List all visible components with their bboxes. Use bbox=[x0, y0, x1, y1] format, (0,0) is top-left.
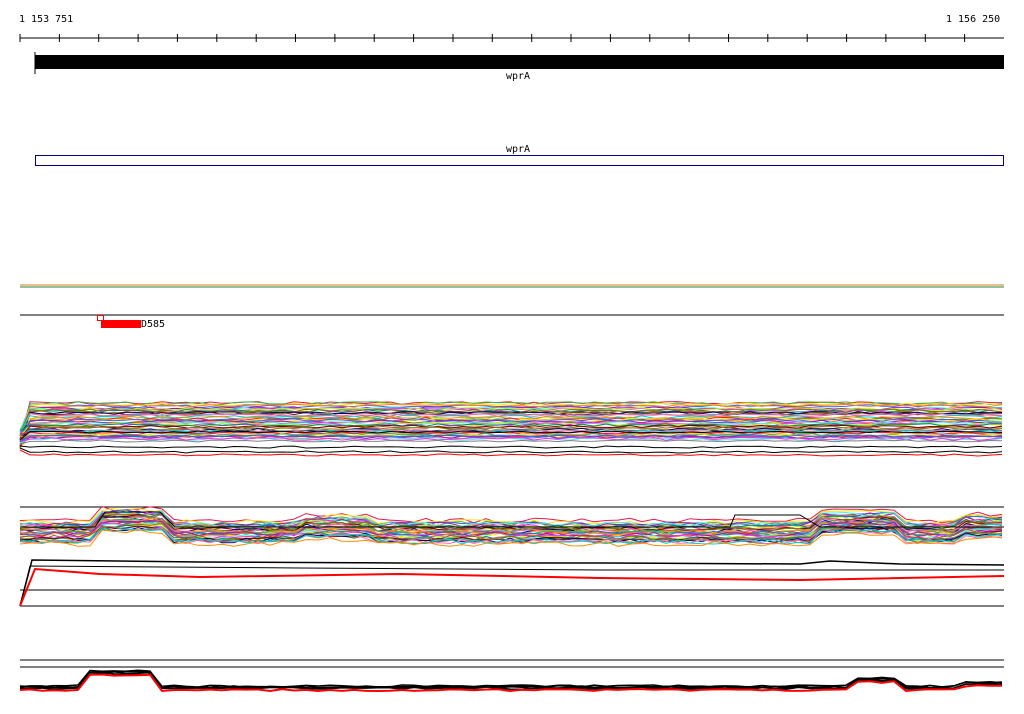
coverage-line bbox=[19, 447, 1003, 454]
feature-d585[interactable] bbox=[97, 315, 142, 329]
coverage-panel-4 bbox=[19, 659, 1004, 693]
coverage-line bbox=[19, 439, 1003, 445]
coverage-panel-1 bbox=[19, 401, 1003, 457]
gene-track[interactable] bbox=[34, 52, 1004, 74]
feature-bar[interactable] bbox=[101, 320, 141, 328]
feature-marker[interactable] bbox=[97, 315, 104, 321]
cds-bar[interactable] bbox=[35, 155, 1004, 166]
coverage-line bbox=[19, 565, 1004, 607]
coverage-line bbox=[19, 567, 1005, 607]
coverage-panel-2 bbox=[19, 505, 1004, 547]
coverage-panel-3 bbox=[19, 559, 1005, 607]
gene-bar[interactable] bbox=[35, 55, 1004, 69]
coverage-line bbox=[19, 449, 1003, 457]
coverage-line bbox=[19, 445, 1003, 449]
ruler bbox=[19, 34, 1004, 42]
genome-browser-canvas bbox=[19, 34, 1005, 693]
